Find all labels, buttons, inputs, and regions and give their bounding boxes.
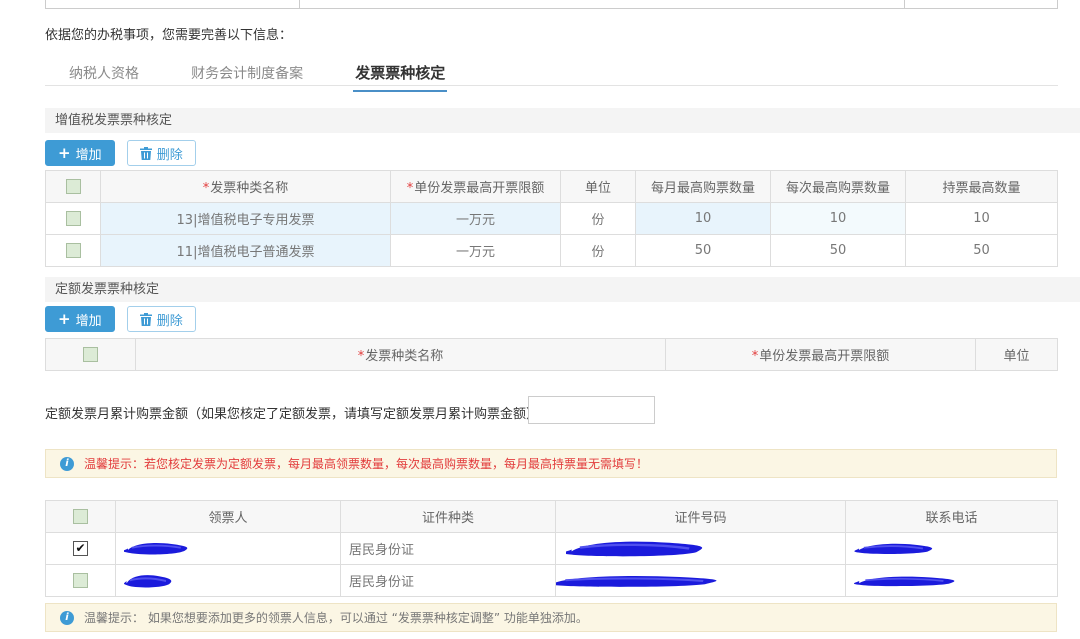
row-checkbox[interactable] <box>73 573 88 588</box>
redacted-scribble <box>124 543 188 555</box>
collector-table: 领票人 证件种类 证件号码 联系电话 ✔ 居民身份证 居民身份证 <box>45 500 1058 597</box>
fixed-invoice-notice: i 温馨提示：若您核定发票为定额发票，每月最高领票数量，每次最高购票数量，每月最… <box>45 449 1057 478</box>
id-type: 居民身份证 <box>340 564 556 597</box>
per-time-max: 10 <box>770 202 906 235</box>
col-phone: 联系电话 <box>845 500 1058 533</box>
notice-text: 温馨提示： 如果您想要添加更多的领票人信息，可以通过 “发票票种核定调整” 功能… <box>84 611 588 625</box>
vat-table-header-row: *发票种类名称 *单份发票最高开票限额 单位 每月最高购票数量 每次最高购票数量… <box>45 170 1058 203</box>
fixed-add-button[interactable]: + 增加 <box>45 306 115 332</box>
invoice-type-name: 11|增值税电子普通发票 <box>100 234 391 267</box>
table-row: ✔ 居民身份证 <box>45 532 1058 565</box>
vat-delete-button[interactable]: 删除 <box>126 140 196 166</box>
table-row: 居民身份证 <box>45 564 1058 597</box>
fixed-table-header-row: *发票种类名称 *单份发票最高开票限额 单位 <box>45 338 1058 371</box>
col-invoice-type-name: *发票种类名称 <box>135 338 666 371</box>
fixed-select-all-checkbox[interactable] <box>83 347 98 362</box>
plus-icon: + <box>58 310 71 328</box>
fixed-delete-button[interactable]: 删除 <box>126 306 196 332</box>
tab-taxpayer-qualification[interactable]: 纳税人资格 <box>67 55 141 92</box>
info-icon: i <box>60 610 74 625</box>
notice-text: 温馨提示：若您核定发票为定额发票，每月最高领票数量，每次最高购票数量，每月最高持… <box>84 457 649 471</box>
col-collector: 领票人 <box>115 500 341 533</box>
col-unit: 单位 <box>975 338 1058 371</box>
col-invoice-type-name: *发票种类名称 <box>100 170 391 203</box>
holding-max: 50 <box>905 234 1058 267</box>
tab-accounting-system-filing[interactable]: 财务会计制度备案 <box>189 55 305 92</box>
col-per-time-max: 每次最高购票数量 <box>770 170 906 203</box>
trash-icon <box>139 312 152 326</box>
invoice-type-name: 13|增值税电子专用发票 <box>100 202 391 235</box>
redacted-scribble <box>124 574 172 587</box>
row-checkbox[interactable] <box>65 211 81 226</box>
col-monthly-max: 每月最高购票数量 <box>635 170 771 203</box>
vat-toolbar: + 增加 删除 <box>45 140 196 166</box>
monthly-total-input[interactable] <box>528 396 655 424</box>
col-id-number: 证件号码 <box>555 500 846 533</box>
collector-table-header-row: 领票人 证件种类 证件号码 联系电话 <box>45 500 1058 533</box>
unit: 份 <box>560 202 636 235</box>
row-checkbox[interactable] <box>65 243 81 258</box>
monthly-max: 50 <box>635 234 771 267</box>
holding-max: 10 <box>905 202 1058 235</box>
delete-button-label: 删除 <box>156 313 183 329</box>
monthly-max: 10 <box>635 202 771 235</box>
partial-table-row <box>45 0 1058 9</box>
id-type: 居民身份证 <box>340 532 556 565</box>
redacted-scribble <box>556 575 717 587</box>
redacted-scribble <box>854 576 955 586</box>
col-max-invoice-limit: *单份发票最高开票限额 <box>665 338 976 371</box>
redacted-scribble <box>854 543 933 554</box>
per-time-max: 50 <box>770 234 906 267</box>
row-checkbox[interactable]: ✔ <box>73 541 88 556</box>
vat-invoice-table: *发票种类名称 *单份发票最高开票限额 单位 每月最高购票数量 每次最高购票数量… <box>45 170 1058 267</box>
col-unit: 单位 <box>560 170 636 203</box>
monthly-total-label: 定额发票月累计购票金额（如果您核定了定额发票，请填写定额发票月累计购票金额）： <box>45 407 546 422</box>
col-id-type: 证件种类 <box>340 500 556 533</box>
collector-notice: i 温馨提示： 如果您想要添加更多的领票人信息，可以通过 “发票票种核定调整” … <box>45 603 1057 632</box>
fixed-invoice-table: *发票种类名称 *单份发票最高开票限额 单位 <box>45 338 1058 371</box>
max-invoice-limit: 一万元 <box>390 234 561 267</box>
plus-icon: + <box>58 144 71 162</box>
add-button-label: 增加 <box>75 147 102 163</box>
vat-add-button[interactable]: + 增加 <box>45 140 115 166</box>
table-row: 11|增值税电子普通发票 一万元 份 50 50 50 <box>45 234 1058 267</box>
table-row: 13|增值税电子专用发票 一万元 份 10 10 10 <box>45 202 1058 235</box>
collector-select-all-checkbox[interactable] <box>73 509 88 524</box>
vat-section-title: 增值税发票票种核定 <box>45 108 1080 133</box>
table-cell-divider <box>299 0 300 8</box>
unit: 份 <box>560 234 636 267</box>
table-cell-divider <box>904 0 905 8</box>
info-icon: i <box>60 456 74 471</box>
fixed-toolbar: + 增加 删除 <box>45 306 196 332</box>
redacted-scribble <box>566 541 703 557</box>
add-button-label: 增加 <box>75 313 102 329</box>
max-invoice-limit: 一万元 <box>390 202 561 235</box>
vat-select-all-checkbox[interactable] <box>65 179 81 194</box>
col-holding-max: 持票最高数量 <box>905 170 1058 203</box>
tab-bar: 纳税人资格 财务会计制度备案 发票票种核定 <box>45 54 1058 92</box>
trash-icon <box>139 146 152 160</box>
intro-text: 依据您的办税事项，您需要完善以下信息： <box>45 28 293 43</box>
col-max-invoice-limit: *单份发票最高开票限额 <box>390 170 561 203</box>
delete-button-label: 删除 <box>156 147 183 163</box>
tab-invoice-type-verification[interactable]: 发票票种核定 <box>353 54 448 92</box>
fixed-section-title: 定额发票票种核定 <box>45 277 1080 302</box>
